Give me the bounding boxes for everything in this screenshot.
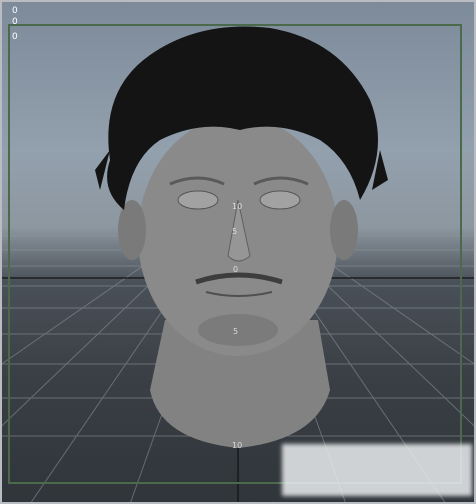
hud-value: 0 — [12, 17, 18, 27]
watermark-overlay — [282, 444, 472, 496]
hud-value: 0 — [12, 6, 18, 16]
hud-value: 0 — [12, 32, 18, 42]
maya-viewport[interactable]: 10 5 0 5 10 0 0 0 — [0, 0, 476, 504]
viewport-frame — [8, 24, 462, 484]
